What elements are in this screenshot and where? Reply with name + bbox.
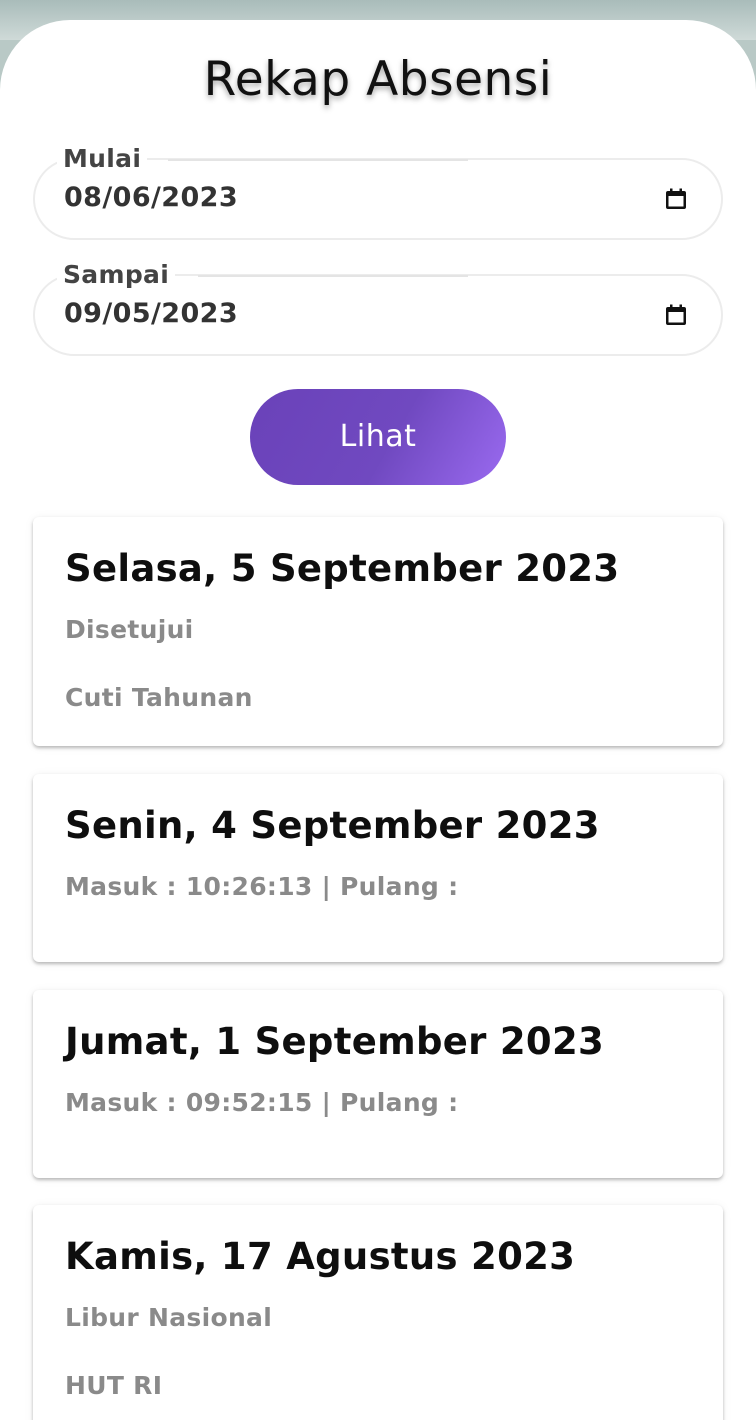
record-status: Libur Nasional [65, 1303, 273, 1332]
record-date: Senin, 4 September 2023 [65, 804, 600, 847]
record-date: Kamis, 17 Agustus 2023 [65, 1235, 576, 1278]
calendar-icon[interactable] [664, 187, 688, 211]
record-status: Disetujui [65, 615, 194, 644]
start-date-field[interactable]: Mulai 08/06/2023 [33, 144, 723, 240]
record-note: Cuti Tahunan [65, 683, 253, 712]
record-status: Masuk : 10:26:13 | Pulang : [65, 872, 459, 901]
attendance-card[interactable]: Kamis, 17 Agustus 2023 Libur Nasional HU… [33, 1205, 723, 1420]
attendance-card[interactable]: Jumat, 1 September 2023 Masuk : 09:52:15… [33, 990, 723, 1178]
record-date: Jumat, 1 September 2023 [65, 1020, 605, 1063]
view-button[interactable]: Lihat [250, 389, 506, 485]
end-date-value[interactable]: 09/05/2023 [64, 298, 238, 329]
start-date-value[interactable]: 08/06/2023 [64, 182, 238, 213]
record-date: Selasa, 5 September 2023 [65, 547, 620, 590]
end-date-field[interactable]: Sampai 09/05/2023 [33, 260, 723, 356]
start-date-label: Mulai [57, 144, 148, 173]
calendar-icon[interactable] [664, 303, 688, 327]
attendance-card[interactable]: Selasa, 5 September 2023 Disetujui Cuti … [33, 517, 723, 746]
end-date-label: Sampai [57, 260, 176, 289]
attendance-card[interactable]: Senin, 4 September 2023 Masuk : 10:26:13… [33, 774, 723, 962]
record-note: HUT RI [65, 1371, 163, 1400]
attendance-sheet: Rekap Absensi Mulai 08/06/2023 Sampai 09… [0, 20, 756, 1420]
record-status: Masuk : 09:52:15 | Pulang : [65, 1088, 459, 1117]
field-outline-gap [168, 159, 468, 161]
page-title: Rekap Absensi [203, 52, 553, 107]
field-outline-gap [198, 275, 468, 277]
